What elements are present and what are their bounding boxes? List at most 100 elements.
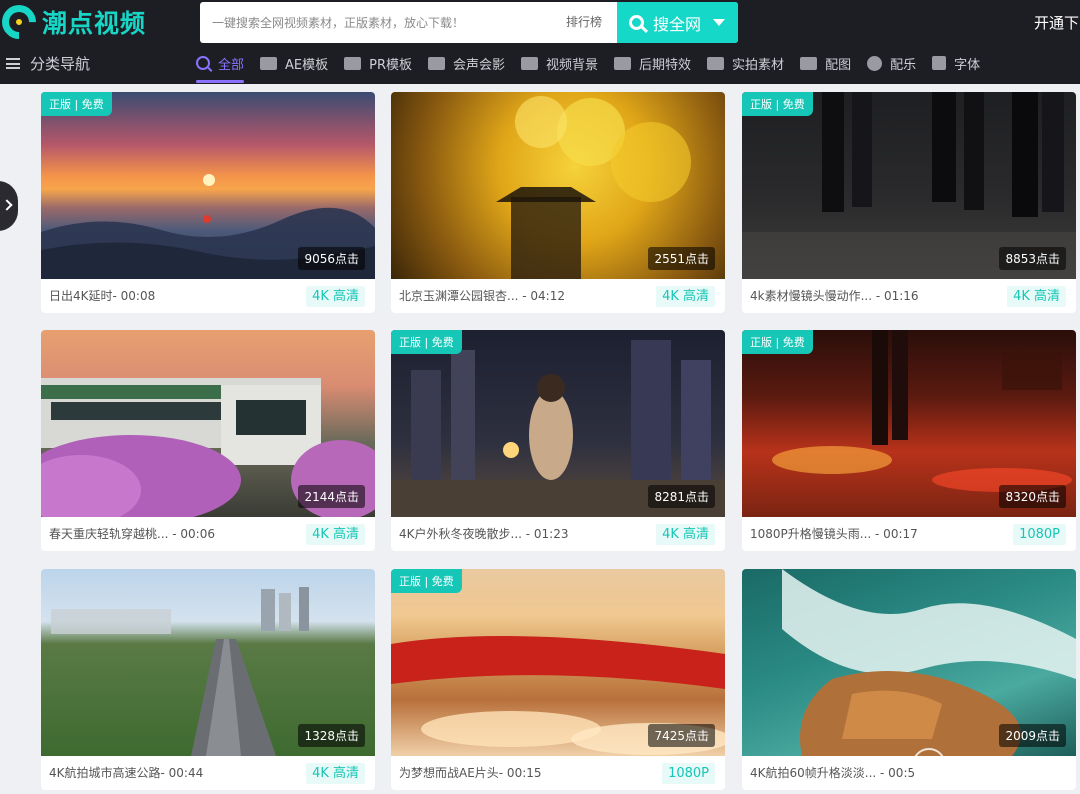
click-count: 2551点击: [648, 247, 715, 270]
video-title[interactable]: 为梦想而战AE片头- 00:15: [399, 756, 542, 790]
license-badge: 正版 | 免费: [41, 92, 112, 116]
video-card[interactable]: 2551点击 北京玉渊潭公园银杏... - 04:12 4K 高清: [391, 92, 725, 313]
card-meta: 1080P升格慢镜头雨... - 00:17 1080P: [742, 517, 1076, 551]
tab-pr-template[interactable]: PR模板: [344, 48, 412, 78]
effects-icon: [614, 56, 632, 70]
search-icon: [196, 56, 210, 70]
card-meta: 4K航拍城市高速公路- 00:44 4K 高清: [41, 756, 375, 790]
tab-images[interactable]: 配图: [800, 48, 851, 78]
quality-tag: 4K 高清: [656, 286, 715, 307]
quality-tag: 4K 高清: [306, 524, 365, 545]
tab-label: 字体: [954, 57, 981, 73]
card-meta: 春天重庆轻轨穿越桃... - 00:06 4K 高清: [41, 517, 375, 551]
click-count: 8320点击: [999, 485, 1066, 508]
video-card[interactable]: 正版 | 免费 8853点击 4k素材慢镜头慢动作... - 01:16 4K …: [742, 92, 1076, 313]
search-bar: 排行榜 搜全网: [200, 2, 738, 43]
ae-template-icon: [260, 56, 278, 70]
video-title[interactable]: 4K户外秋冬夜晚散步... - 01:23: [399, 517, 569, 551]
tab-label: 后期特效: [639, 57, 692, 73]
video-thumbnail[interactable]: 2144点击: [41, 330, 375, 517]
expand-sidebar-button[interactable]: [0, 181, 18, 231]
quality-tag: 4K 高清: [1007, 286, 1066, 307]
quality-tag: 1080P: [1013, 524, 1066, 545]
video-thumbnail[interactable]: 正版 | 免费 8281点击: [391, 330, 725, 517]
card-meta: 北京玉渊潭公园银杏... - 04:12 4K 高清: [391, 279, 725, 313]
vip-link[interactable]: 开通下: [1034, 12, 1079, 33]
quality-tag: 4K 高清: [306, 286, 365, 307]
video-card[interactable]: 2144点击 春天重庆轻轨穿越桃... - 00:06 4K 高清: [41, 330, 375, 551]
license-badge: 正版 | 免费: [391, 330, 462, 354]
tab-music[interactable]: 配乐: [867, 48, 916, 78]
video-title[interactable]: 4K航拍城市高速公路- 00:44: [49, 756, 203, 790]
quality-tag: 4K 高清: [656, 524, 715, 545]
tab-fonts[interactable]: 字体: [932, 48, 980, 78]
tab-all[interactable]: 全部: [196, 48, 245, 83]
click-count: 9056点击: [298, 247, 365, 270]
video-thumbnail[interactable]: 正版 | 免费 7425点击: [391, 569, 725, 756]
card-meta: 4k素材慢镜头慢动作... - 01:16 4K 高清: [742, 279, 1076, 313]
tab-effects[interactable]: 后期特效: [614, 48, 691, 78]
video-thumbnail[interactable]: 2551点击: [391, 92, 725, 279]
search-icon: [629, 15, 644, 30]
video-title[interactable]: 4k素材慢镜头慢动作... - 01:16: [750, 279, 919, 313]
video-card[interactable]: 正版 | 免费 8281点击 4K户外秋冬夜晚散步... - 01:23 4K …: [391, 330, 725, 551]
video-title[interactable]: 春天重庆轻轨穿越桃... - 00:06: [49, 517, 215, 551]
ranking-link[interactable]: 排行榜: [566, 2, 602, 43]
tab-label: 配图: [825, 57, 852, 73]
quality-tag: 4K 高清: [306, 763, 365, 784]
category-nav-label: 分类导航: [30, 55, 91, 73]
video-thumbnail[interactable]: 1328点击: [41, 569, 375, 756]
video-background-icon: [521, 56, 539, 70]
video-title[interactable]: 4K航拍60帧升格淡淡... - 00:5: [750, 756, 915, 790]
tab-label: 视频背景: [546, 57, 599, 73]
tab-label: 配乐: [890, 57, 917, 73]
click-count: 2144点击: [298, 485, 365, 508]
font-icon: [932, 56, 947, 70]
click-count: 7425点击: [648, 724, 715, 747]
search-all-button[interactable]: 搜全网: [617, 2, 738, 43]
video-card[interactable]: 正版 | 免费 9056点击 日出4K延时- 00:08 4K 高清: [41, 92, 375, 313]
tab-label: 实拍素材: [732, 57, 785, 73]
video-thumbnail[interactable]: 正版 | 免费 8320点击: [742, 330, 1076, 517]
video-title[interactable]: 北京玉渊潭公园银杏... - 04:12: [399, 279, 565, 313]
video-thumbnail[interactable]: 2009点击: [742, 569, 1076, 756]
video-title[interactable]: 1080P升格慢镜头雨... - 00:17: [750, 517, 918, 551]
video-studio-icon: [428, 56, 445, 70]
click-count: 2009点击: [999, 724, 1066, 747]
click-count: 8281点击: [648, 485, 715, 508]
click-count: 1328点击: [298, 724, 365, 747]
site-logo[interactable]: 潮点视频: [0, 0, 147, 47]
chevron-right-icon: [1, 199, 13, 211]
video-card[interactable]: 正版 | 免费 8320点击 1080P升格慢镜头雨... - 00:17 10…: [742, 330, 1076, 551]
watermark-text: 什么值得买: [954, 757, 1039, 778]
video-card[interactable]: 正版 | 免费 7425点击 为梦想而战AE片头- 00:15 1080P: [391, 569, 725, 790]
quality-tag: 1080P: [662, 763, 715, 784]
tab-label: PR模板: [369, 57, 412, 73]
license-badge: 正版 | 免费: [742, 330, 813, 354]
click-count: 8853点击: [999, 247, 1066, 270]
search-input[interactable]: [200, 2, 560, 43]
tab-label: AE模板: [285, 57, 329, 73]
category-nav-toggle[interactable]: 分类导航: [6, 53, 90, 74]
music-icon: [867, 55, 883, 71]
tab-ae-template[interactable]: AE模板: [260, 48, 328, 78]
chevron-down-icon[interactable]: [713, 19, 726, 26]
tab-live-footage[interactable]: 实拍素材: [707, 48, 784, 78]
menu-icon: [6, 58, 20, 69]
image-icon: [800, 56, 818, 70]
tab-label: 全部: [218, 57, 245, 73]
license-badge: 正版 | 免费: [391, 569, 462, 593]
video-card[interactable]: 1328点击 4K航拍城市高速公路- 00:44 4K 高清: [41, 569, 375, 790]
logo-text: 潮点视频: [42, 9, 147, 38]
logo-icon: [0, 0, 44, 47]
tab-video-background[interactable]: 视频背景: [521, 48, 598, 78]
video-title[interactable]: 日出4K延时- 00:08: [49, 279, 155, 313]
watermark-icon-text: 值: [922, 759, 936, 775]
tab-video-studio[interactable]: 会声会影: [428, 48, 505, 78]
tab-label: 会声会影: [453, 57, 506, 73]
license-badge: 正版 | 免费: [742, 92, 813, 116]
camera-icon: [707, 56, 725, 70]
watermark: 值 什么值得买: [912, 748, 1039, 782]
video-thumbnail[interactable]: 正版 | 免费 9056点击: [41, 92, 375, 279]
video-thumbnail[interactable]: 正版 | 免费 8853点击: [742, 92, 1076, 279]
